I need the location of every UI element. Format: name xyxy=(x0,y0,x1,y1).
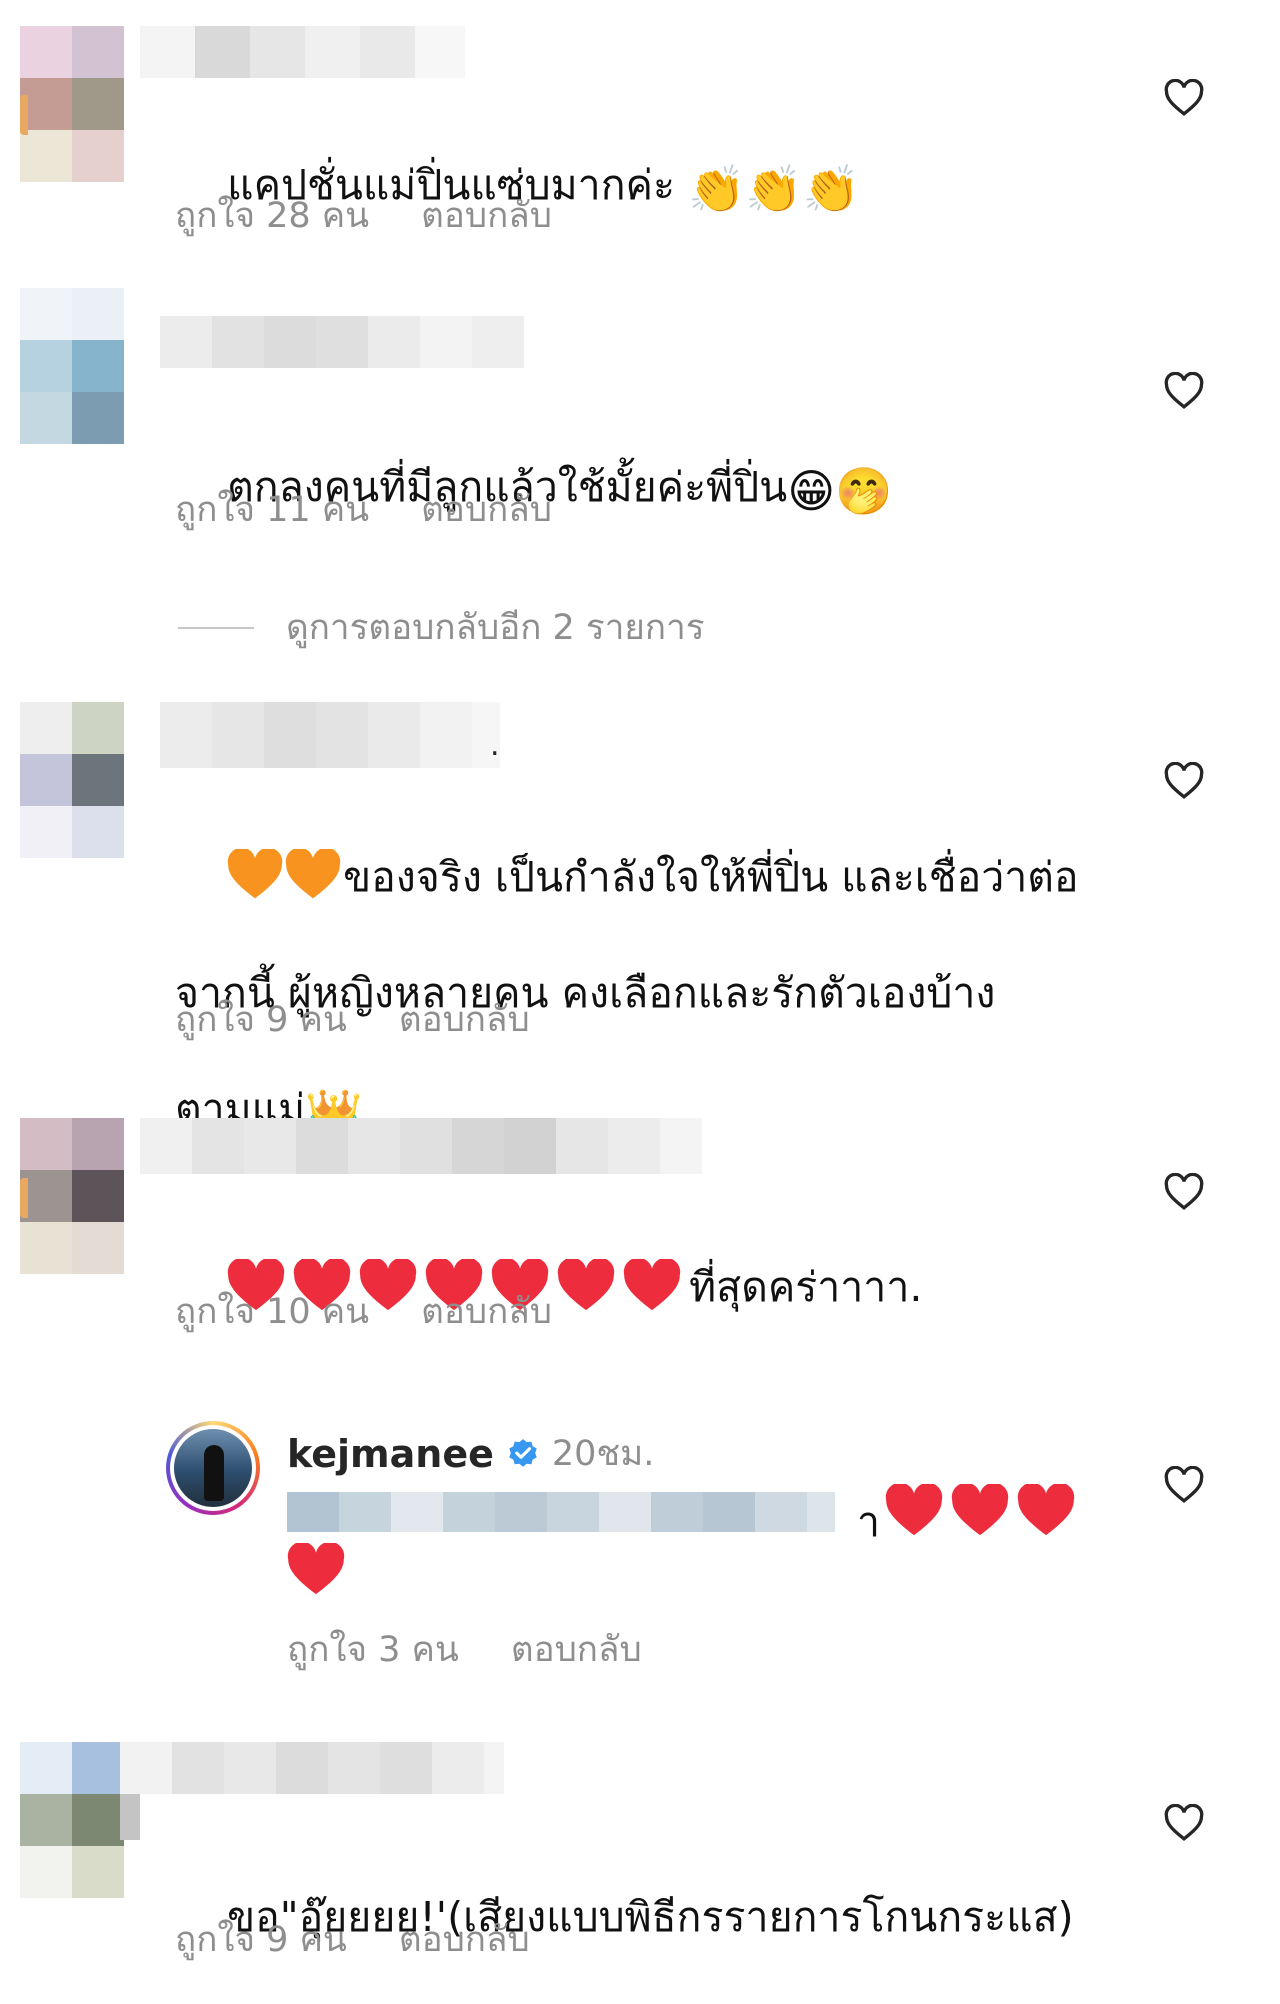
clap-emoji: 👏👏👏 xyxy=(688,162,860,216)
mention-redacted[interactable] xyxy=(287,1492,835,1532)
heart-outline-icon[interactable] xyxy=(1164,1173,1204,1211)
reply-time: 20ชม. xyxy=(551,1434,655,1474)
reply-button[interactable]: ตอบกลับ xyxy=(399,992,530,1047)
avatar[interactable] xyxy=(20,26,124,182)
comment-meta: ถูกใจ 9 คน ตอบกลับ xyxy=(175,1912,530,1967)
story-ring xyxy=(20,1178,28,1218)
red-heart-emoji xyxy=(287,1543,353,1597)
comment-text: แคปชั่นแม่ปิ่นแซ่บมากค่ะ 👏👏👏 xyxy=(227,161,860,216)
red-heart-emoji xyxy=(287,1543,345,1595)
orange-heart-emoji xyxy=(227,849,283,899)
reply-button[interactable]: ตอบกลับ xyxy=(511,1622,642,1677)
reply-button[interactable]: ตอบกลับ xyxy=(421,482,552,537)
red-heart-emojis xyxy=(885,1484,1083,1538)
heart-outline-icon[interactable] xyxy=(1164,79,1204,117)
verified-badge-icon xyxy=(509,1438,537,1467)
likes-count[interactable]: ถูกใจ 10 คน xyxy=(175,1284,369,1339)
red-heart-emoji xyxy=(623,1259,681,1311)
owner-header: kejmanee 20ชม. xyxy=(287,1426,654,1481)
heart-outline-icon[interactable] xyxy=(1164,1804,1204,1842)
avatar[interactable] xyxy=(20,1118,124,1274)
owner-avatar[interactable] xyxy=(174,1429,252,1507)
orange-heart-emoji xyxy=(285,849,341,899)
likes-count[interactable]: ถูกใจ 11 คน xyxy=(175,482,369,537)
comment-meta: ถูกใจ 28 คน ตอบกลับ xyxy=(175,188,552,243)
username-redacted[interactable] xyxy=(120,1742,504,1794)
username-redacted[interactable] xyxy=(140,26,465,78)
comment-meta: ถูกใจ 9 คน ตอบกลับ xyxy=(175,992,530,1047)
red-heart-emoji xyxy=(1017,1484,1075,1536)
username-redacted xyxy=(120,1794,140,1840)
likes-count[interactable]: ถูกใจ 9 คน xyxy=(175,1912,347,1967)
username-redacted[interactable] xyxy=(160,702,500,768)
owner-username[interactable]: kejmanee xyxy=(287,1432,494,1476)
divider-line xyxy=(178,626,254,629)
likes-count[interactable]: ถูกใจ 28 คน xyxy=(175,188,369,243)
avatar[interactable] xyxy=(20,288,124,444)
heart-outline-icon[interactable] xyxy=(1164,762,1204,800)
comment-meta: ถูกใจ 11 คน ตอบกลับ xyxy=(175,482,552,537)
username-redacted[interactable] xyxy=(140,1118,702,1174)
comment-meta: ถูกใจ 10 คน ตอบกลับ xyxy=(175,1284,552,1339)
red-heart-emoji xyxy=(557,1259,615,1311)
avatar[interactable] xyxy=(20,1742,124,1898)
comment-meta: ถูกใจ 3 คน ตอบกลับ xyxy=(287,1622,642,1677)
heart-outline-icon[interactable] xyxy=(1164,372,1204,410)
avatar[interactable] xyxy=(20,702,124,858)
heart-outline-icon[interactable] xyxy=(1164,1466,1204,1504)
reply-button[interactable]: ตอบกลับ xyxy=(421,1284,552,1339)
view-replies-label[interactable]: ดูการตอบกลับอีก 2 รายการ xyxy=(286,600,705,655)
username-tail: . xyxy=(490,728,500,763)
view-more-replies[interactable]: ดูการตอบกลับอีก 2 รายการ xyxy=(178,600,705,655)
story-ring[interactable] xyxy=(166,1421,260,1515)
reply-button[interactable]: ตอบกลับ xyxy=(421,188,552,243)
username-redacted[interactable] xyxy=(160,316,524,368)
reply-button[interactable]: ตอบกลับ xyxy=(399,1912,530,1967)
story-ring xyxy=(20,95,28,135)
red-heart-emoji xyxy=(951,1484,1009,1536)
red-heart-emoji xyxy=(885,1484,943,1536)
mention-tail: า xyxy=(857,1498,881,1546)
grin-blush-emoji: 😁🤭 xyxy=(787,464,893,518)
likes-count[interactable]: ถูกใจ 9 คน xyxy=(175,992,347,1047)
likes-count[interactable]: ถูกใจ 3 คน xyxy=(287,1622,459,1677)
